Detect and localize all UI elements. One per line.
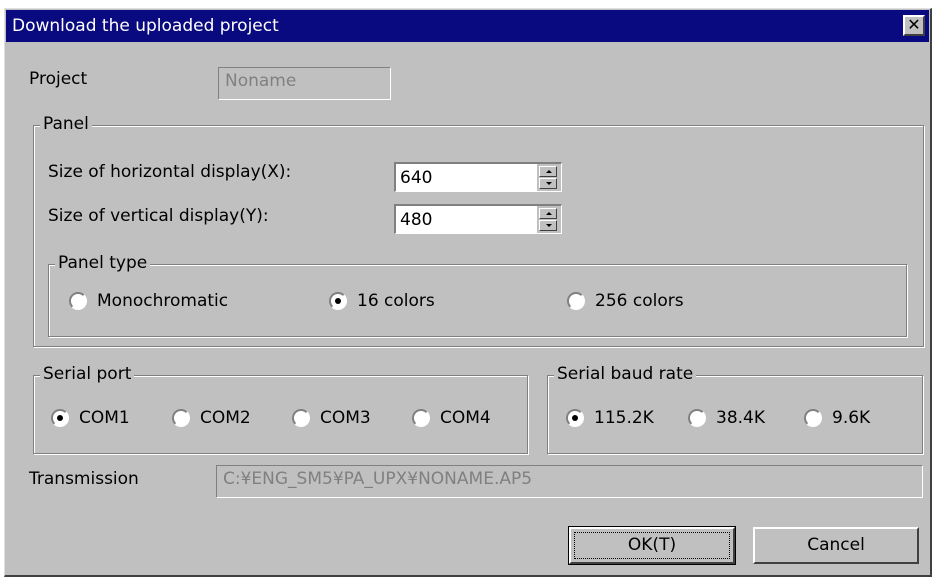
baud-rate-group-label: Serial baud rate <box>554 364 697 384</box>
horizontal-size-arrows <box>537 164 561 191</box>
spin-up-icon[interactable] <box>539 166 557 177</box>
radio-selected-icon <box>566 409 584 427</box>
project-label: Project <box>29 69 88 89</box>
radio-monochromatic-label: Monochromatic <box>97 291 229 311</box>
radio-baud-115-2k[interactable]: 115.2K <box>566 408 654 428</box>
radio-circle-icon <box>172 409 190 427</box>
radio-baud-9-6k-label: 9.6K <box>832 408 871 428</box>
project-name-field: Noname <box>218 67 391 100</box>
radio-circle-icon <box>804 409 822 427</box>
close-icon: ✕ <box>907 15 921 34</box>
radio-circle-icon <box>69 292 87 310</box>
panel-group-label: Panel <box>40 114 92 134</box>
radio-circle-icon <box>688 409 706 427</box>
radio-com1-label: COM1 <box>79 408 130 428</box>
horizontal-size-value[interactable]: 640 <box>400 168 432 188</box>
vertical-size-arrows <box>537 206 561 233</box>
radio-16-colors[interactable]: 16 colors <box>329 291 435 311</box>
panel-type-group-label: Panel type <box>55 253 151 273</box>
cancel-button[interactable]: Cancel <box>753 527 919 564</box>
baud-rate-group: Serial baud rate 115.2K 38.4K 9.6K <box>547 364 923 454</box>
radio-256-colors-label: 256 colors <box>595 291 684 311</box>
spin-down-icon[interactable] <box>539 220 557 231</box>
radio-com1[interactable]: COM1 <box>51 408 130 428</box>
radio-com3[interactable]: COM3 <box>292 408 371 428</box>
horizontal-size-spinner[interactable]: 640 <box>394 162 562 192</box>
vertical-size-spinner[interactable]: 480 <box>394 204 562 234</box>
serial-port-group: Serial port COM1 COM2 COM3 COM4 <box>33 364 528 454</box>
ok-button[interactable]: OK(T) <box>568 526 736 565</box>
radio-256-colors[interactable]: 256 colors <box>567 291 684 311</box>
focus-rect <box>574 532 730 559</box>
radio-circle-icon <box>412 409 430 427</box>
radio-com4-label: COM4 <box>440 408 491 428</box>
serial-port-group-label: Serial port <box>40 364 135 384</box>
radio-baud-115-2k-label: 115.2K <box>594 408 654 428</box>
radio-com2[interactable]: COM2 <box>172 408 251 428</box>
radio-baud-38-4k-label: 38.4K <box>716 408 765 428</box>
radio-circle-icon <box>292 409 310 427</box>
radio-com2-label: COM2 <box>200 408 251 428</box>
horizontal-size-label: Size of horizontal display(X): <box>48 162 292 182</box>
cancel-button-label: Cancel <box>807 535 865 555</box>
spin-up-icon[interactable] <box>539 208 557 219</box>
radio-16-colors-label: 16 colors <box>357 291 435 311</box>
radio-com3-label: COM3 <box>320 408 371 428</box>
transmission-label: Transmission <box>29 469 139 489</box>
radio-baud-9-6k[interactable]: 9.6K <box>804 408 870 428</box>
vertical-size-value[interactable]: 480 <box>400 210 432 230</box>
radio-com4[interactable]: COM4 <box>412 408 491 428</box>
radio-selected-icon <box>51 409 69 427</box>
radio-monochromatic[interactable]: Monochromatic <box>69 291 228 311</box>
title-bar[interactable]: Download the uploaded project ✕ <box>6 10 929 42</box>
panel-group: Panel Size of horizontal display(X): 640… <box>33 114 924 347</box>
spin-down-icon[interactable] <box>539 178 557 189</box>
radio-baud-38-4k[interactable]: 38.4K <box>688 408 765 428</box>
vertical-size-label: Size of vertical display(Y): <box>48 206 269 226</box>
radio-circle-icon <box>567 292 585 310</box>
close-button[interactable]: ✕ <box>903 15 925 36</box>
transmission-path-field: C:¥ENG_SM5¥PA_UPX¥NONAME.AP5 <box>216 465 923 498</box>
window-title: Download the uploaded project <box>12 16 279 36</box>
download-dialog: Download the uploaded project ✕ Project … <box>4 8 932 577</box>
panel-type-group: Panel type Monochromatic 16 colors 256 c… <box>48 253 907 337</box>
radio-selected-icon <box>329 292 347 310</box>
